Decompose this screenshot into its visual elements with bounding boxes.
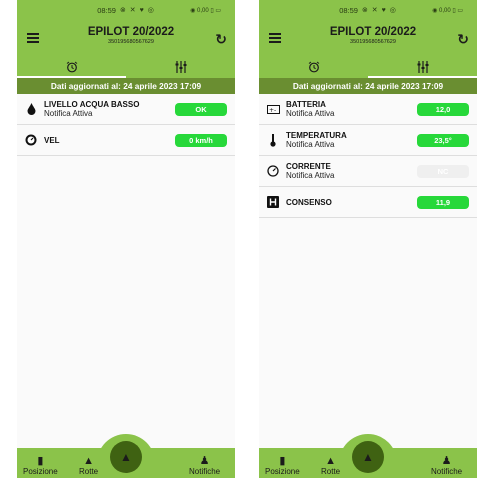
- warning-triangle-icon: ▲: [120, 450, 132, 464]
- update-bar: Dati aggiornati al: 24 aprile 2023 17:09: [17, 78, 235, 94]
- row-subtitle: Notifica Attiva: [286, 140, 335, 149]
- nav-label: Posizione: [23, 467, 58, 476]
- bell-ring-icon: ♟: [199, 455, 210, 467]
- row-subtitle: Notifica Attiva: [286, 171, 335, 180]
- sliders-icon: [417, 61, 428, 73]
- nav-notifiche[interactable]: ♟ Notifiche: [431, 455, 462, 476]
- nav-posizione[interactable]: ▮ Posizione: [23, 455, 58, 476]
- battery-icon: +-: [266, 104, 280, 114]
- list-item-livello-acqua[interactable]: LIVELLO ACQUA BASSO Notifica Attiva OK: [17, 94, 235, 125]
- update-bar: Dati aggiornati al: 24 aprile 2023 17:09: [259, 78, 477, 94]
- speed-badge: 0 km/h: [175, 134, 227, 147]
- tab-sensors[interactable]: [126, 58, 235, 78]
- thermometer-icon: [266, 133, 280, 147]
- row-title: CORRENTE: [286, 162, 331, 171]
- alert-fab-button[interactable]: ▲: [352, 441, 384, 473]
- app-title: EPILOT 20/2022: [329, 26, 417, 38]
- menu-icon[interactable]: [27, 33, 39, 43]
- list-item-corrente[interactable]: CORRENTE Notifica Attiva NC: [259, 156, 477, 187]
- alarm-clock-icon: [66, 61, 77, 73]
- list-item-consenso[interactable]: CONSENSO 11,9: [259, 187, 477, 218]
- alarm-clock-icon: [308, 61, 319, 73]
- row-title: LIVELLO ACQUA BASSO: [44, 100, 140, 109]
- title-block: EPILOT 20/2022 350195680567629: [299, 26, 447, 45]
- refresh-icon[interactable]: ↻: [215, 31, 227, 48]
- status-icons-left: ⊗ ✕ ♥ ◎: [119, 7, 155, 14]
- row-title: BATTERIA: [286, 100, 326, 109]
- nav-label: Posizione: [265, 467, 300, 476]
- status-icons-right: ◉ 0,00 ▯ ▭: [432, 7, 463, 14]
- nav-posizione[interactable]: ▮ Posizione: [265, 455, 300, 476]
- alert-fab-button[interactable]: ▲: [110, 441, 142, 473]
- nav-label: Rotte: [321, 467, 341, 476]
- device-id: 350195680567629: [108, 39, 154, 45]
- nav-label: Notifiche: [189, 467, 221, 476]
- app-bar: EPILOT 20/2022 350195680567629 ↻: [17, 20, 235, 58]
- map-icon: ▮: [37, 455, 44, 467]
- warning-triangle-icon: ▲: [362, 450, 374, 464]
- current-badge: NC: [417, 165, 469, 178]
- status-bar: 08:59 ⊗ ✕ ♥ ◎ ◉ 0,00 ▯ ▭: [259, 0, 477, 20]
- refresh-icon[interactable]: ↻: [457, 31, 469, 48]
- tab-alarms[interactable]: [17, 58, 126, 78]
- water-drop-icon: [24, 103, 38, 115]
- list-item-vel[interactable]: VEL 0 km/h: [17, 125, 235, 156]
- list-item-temperatura[interactable]: TEMPERATURA Notifica Attiva 23,5°: [259, 125, 477, 156]
- list-item-batteria[interactable]: +- BATTERIA Notifica Attiva 12,0: [259, 94, 477, 125]
- gauge-icon: [266, 165, 280, 177]
- tab-alarms[interactable]: [259, 58, 368, 78]
- title-block: EPILOT 20/2022 350195680567629: [57, 26, 205, 45]
- speedometer-icon: [24, 134, 38, 146]
- app-title: EPILOT 20/2022: [87, 26, 175, 38]
- navigation-arrow-icon: ▲: [83, 455, 94, 467]
- status-icons-left: ⊗ ✕ ♥ ◎: [361, 7, 397, 14]
- bell-ring-icon: ♟: [441, 455, 452, 467]
- status-time: 08:59: [339, 5, 358, 15]
- status-badge: OK: [175, 103, 227, 116]
- row-title: VEL: [44, 135, 60, 145]
- battery-badge: 12,0: [417, 103, 469, 116]
- navigation-arrow-icon: ▲: [325, 455, 336, 467]
- row-title: TEMPERATURA: [286, 131, 347, 140]
- tab-sensors[interactable]: [368, 58, 477, 78]
- row-subtitle: Notifica Attiva: [44, 109, 93, 118]
- app-bar: EPILOT 20/2022 350195680567629 ↻: [259, 20, 477, 58]
- h-square-icon: [266, 196, 280, 208]
- status-time: 08:59: [97, 5, 116, 15]
- tab-bar: [259, 58, 477, 78]
- consent-badge: 11,9: [417, 196, 469, 209]
- nav-rotte[interactable]: ▲ Rotte: [79, 455, 98, 476]
- sliders-icon: [175, 61, 186, 73]
- phone-screen-right: 08:59 ⊗ ✕ ♥ ◎ ◉ 0,00 ▯ ▭ EPILOT 20/2022 …: [259, 0, 477, 478]
- device-id: 350195680567629: [350, 39, 396, 45]
- nav-label: Notifiche: [431, 467, 463, 476]
- nav-rotte[interactable]: ▲ Rotte: [321, 455, 340, 476]
- row-subtitle: Notifica Attiva: [286, 109, 335, 118]
- nav-label: Rotte: [79, 467, 99, 476]
- row-title: CONSENSO: [286, 197, 332, 207]
- map-icon: ▮: [279, 455, 286, 467]
- status-bar: 08:59 ⊗ ✕ ♥ ◎ ◉ 0,00 ▯ ▭: [17, 0, 235, 20]
- menu-icon[interactable]: [269, 33, 281, 43]
- tab-bar: [17, 58, 235, 78]
- temperature-badge: 23,5°: [417, 134, 469, 147]
- status-icons-right: ◉ 0,00 ▯ ▭: [190, 7, 221, 14]
- phone-screen-left: 08:59 ⊗ ✕ ♥ ◎ ◉ 0,00 ▯ ▭ EPILOT 20/2022 …: [17, 0, 235, 478]
- svg-text:+-: +-: [269, 107, 276, 114]
- nav-notifiche[interactable]: ♟ Notifiche: [189, 455, 220, 476]
